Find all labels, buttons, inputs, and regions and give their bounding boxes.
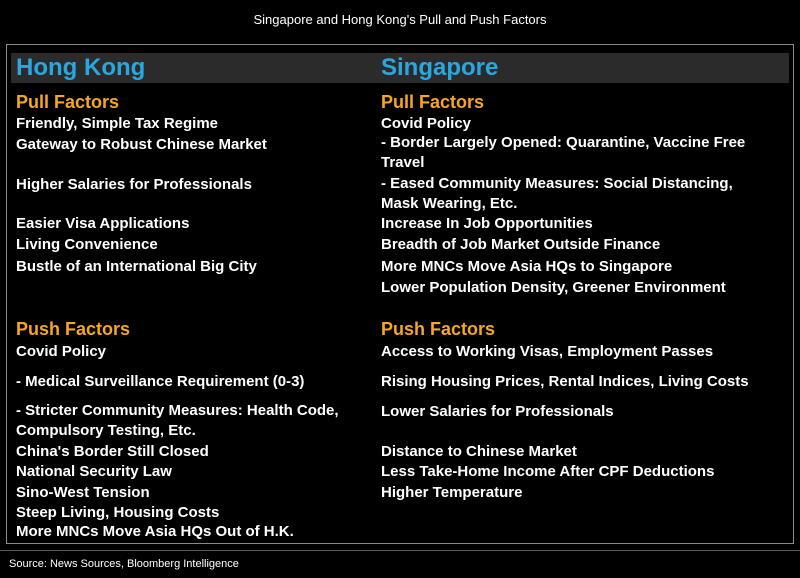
singapore-heading: Singapore bbox=[381, 54, 499, 81]
sg-push-item: Less Take-Home Income After CPF Deductio… bbox=[381, 463, 715, 480]
sg-pull-item: Increase In Job Opportunities bbox=[381, 215, 593, 232]
sg-push-item: Distance to Chinese Market bbox=[381, 443, 577, 460]
sg-push-item: Lower Salaries for Professionals bbox=[381, 403, 614, 420]
hk-push-item: Sino-West Tension bbox=[16, 484, 150, 501]
hk-push-item: - Stricter Community Measures: Health Co… bbox=[16, 402, 339, 419]
sg-pull-heading: Pull Factors bbox=[381, 92, 485, 112]
hk-push-item: Covid Policy bbox=[16, 343, 107, 360]
source-note: Source: News Sources, Bloomberg Intellig… bbox=[9, 558, 239, 570]
hk-push-item: Compulsory Testing, Etc. bbox=[16, 422, 196, 439]
sg-pull-item: - Eased Community Measures: Social Dista… bbox=[381, 175, 733, 192]
sg-pull-item: Breadth of Job Market Outside Finance bbox=[381, 236, 661, 253]
sg-pull-item: Mask Wearing, Etc. bbox=[381, 195, 518, 212]
sg-pull-item: Travel bbox=[381, 154, 425, 171]
sg-push-item: Higher Temperature bbox=[381, 484, 523, 501]
hk-push-item: More MNCs Move Asia HQs Out of H.K. bbox=[16, 523, 294, 540]
hk-push-heading: Push Factors bbox=[16, 319, 131, 339]
sg-pull-item: Covid Policy bbox=[381, 115, 472, 132]
hk-pull-item: Higher Salaries for Professionals bbox=[16, 176, 252, 193]
hk-pull-item: Bustle of an International Big City bbox=[16, 258, 257, 275]
hk-pull-item: Living Convenience bbox=[16, 236, 158, 253]
hk-push-item: - Medical Surveillance Requirement (0-3) bbox=[16, 373, 305, 390]
hk-pull-item: Easier Visa Applications bbox=[16, 215, 190, 232]
hk-pull-heading: Pull Factors bbox=[16, 92, 120, 112]
sg-pull-item: Lower Population Density, Greener Enviro… bbox=[381, 279, 726, 296]
sg-push-item: Rising Housing Prices, Rental Indices, L… bbox=[381, 373, 749, 390]
sg-push-item: Access to Working Visas, Employment Pass… bbox=[381, 343, 714, 360]
hk-push-item: National Security Law bbox=[16, 463, 172, 480]
hk-push-item: Steep Living, Housing Costs bbox=[16, 504, 220, 521]
hong-kong-heading: Hong Kong bbox=[16, 54, 146, 81]
hk-push-item: China's Border Still Closed bbox=[16, 443, 209, 460]
sg-push-heading: Push Factors bbox=[381, 319, 496, 339]
page-title: Singapore and Hong Kong's Pull and Push … bbox=[253, 12, 547, 27]
sg-pull-item: More MNCs Move Asia HQs to Singapore bbox=[381, 258, 673, 275]
footer-divider bbox=[0, 550, 800, 551]
hk-pull-item: Friendly, Simple Tax Regime bbox=[16, 115, 219, 132]
hk-pull-item: Gateway to Robust Chinese Market bbox=[16, 136, 267, 153]
sg-pull-item: - Border Largely Opened: Quarantine, Vac… bbox=[381, 134, 746, 151]
